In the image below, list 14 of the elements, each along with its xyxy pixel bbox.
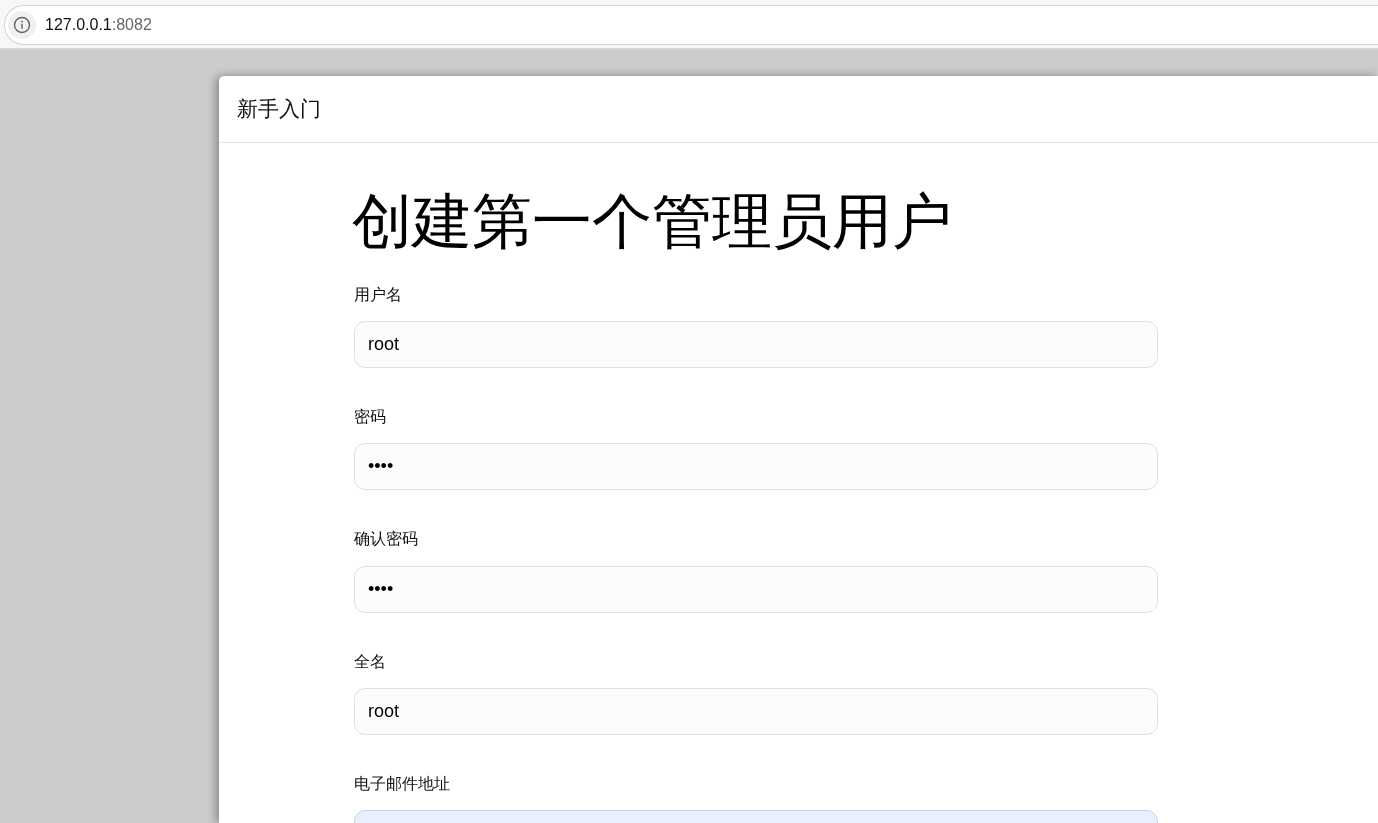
- info-icon[interactable]: [8, 11, 36, 39]
- input-field[interactable]: root: [354, 687, 1158, 735]
- field-label: 确认密码: [354, 529, 419, 549]
- field-label: 电子邮件地址: [354, 773, 451, 793]
- input-field[interactable]: ••••: [354, 443, 1158, 491]
- field-label: 用户名: [354, 285, 403, 305]
- field-label: 密码: [354, 407, 387, 427]
- dialog-title: 新手入门: [237, 96, 321, 123]
- page-heading: 创建第一个管理员用户: [352, 187, 953, 256]
- input-field[interactable]: root: [354, 321, 1158, 369]
- url-text: 127.0.0.1:8082: [45, 15, 152, 35]
- input-field[interactable]: ••••: [354, 565, 1158, 613]
- address-bar[interactable]: 127.0.0.1:8082: [4, 5, 1378, 45]
- field-label: 全名: [354, 651, 387, 671]
